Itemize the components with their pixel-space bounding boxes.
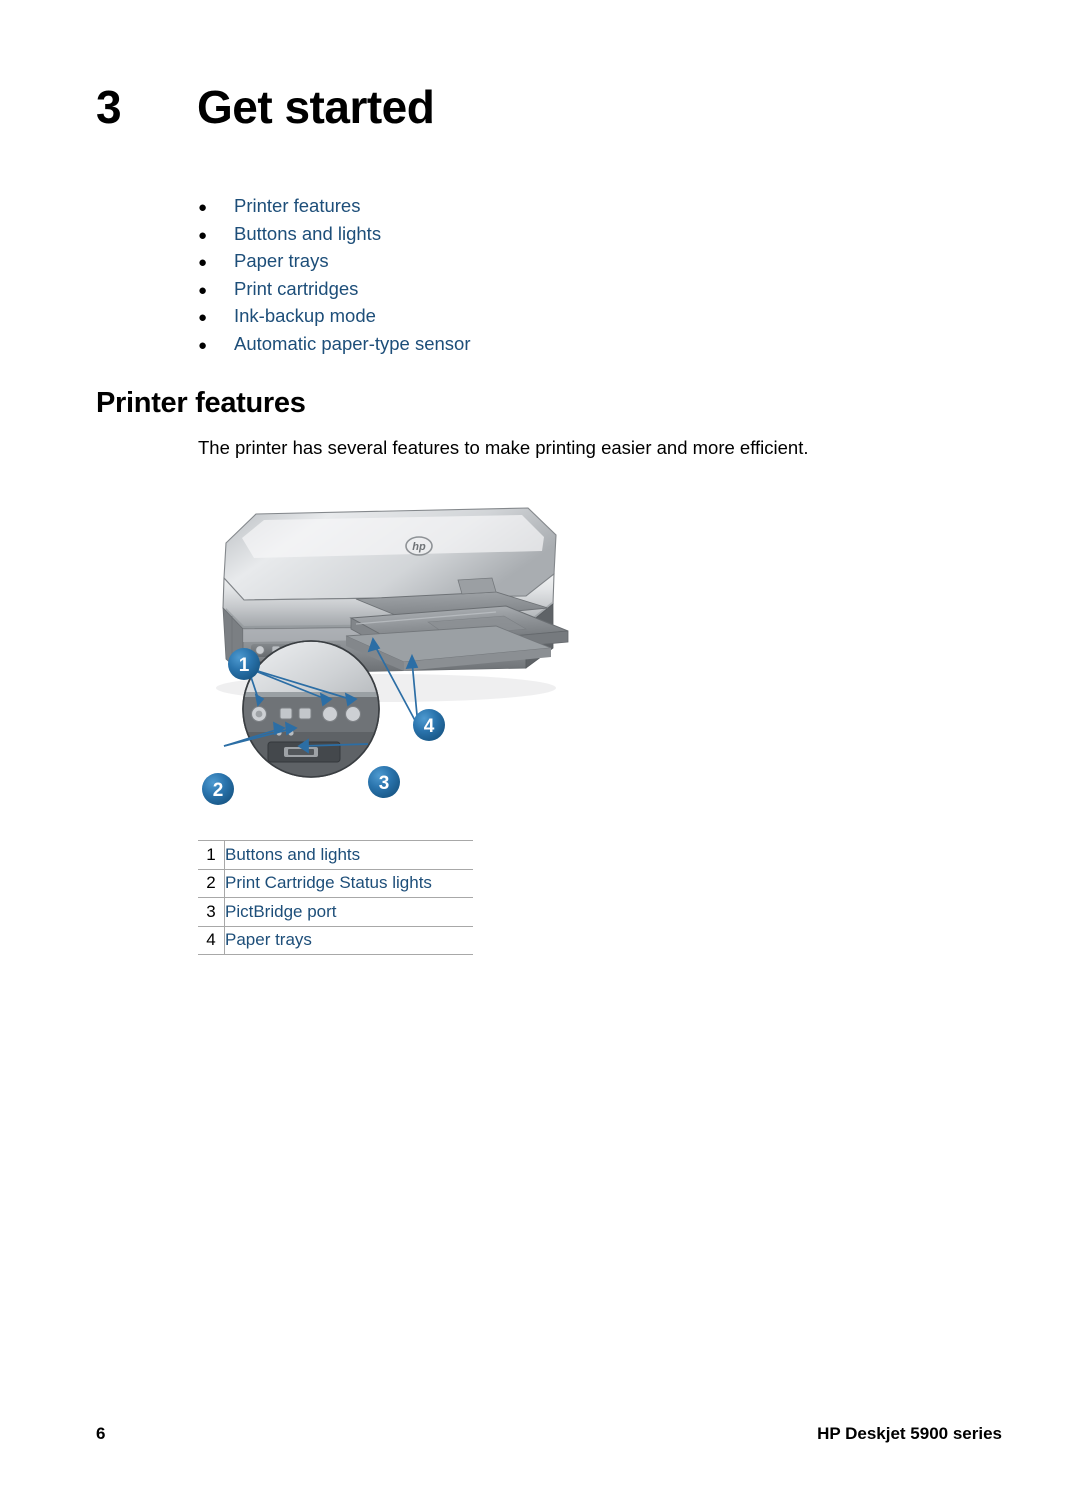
bullet-icon: ● [198,226,208,244]
page-footer: 6 HP Deskjet 5900 series [96,1424,1002,1444]
toc-item-ink-backup-mode[interactable]: ● Ink-backup mode [198,302,838,330]
svg-text:1: 1 [239,655,250,676]
svg-text:hp: hp [412,541,426,553]
legend-number: 4 [198,925,225,955]
bullet-icon: ● [198,199,208,216]
figure-legend-table: 1 Buttons and lights 2 Print Cartridge S… [198,840,473,955]
table-row: 1 Buttons and lights [198,840,473,869]
chapter-title: Get started [197,81,435,133]
legend-number: 2 [198,868,225,898]
legend-number: 1 [198,840,225,869]
legend-label: Print Cartridge Status lights [224,868,473,898]
toc-item-label: Buttons and lights [234,222,382,244]
svg-text:4: 4 [424,716,435,737]
svg-text:3: 3 [379,773,390,794]
chapter-number: 3 [96,81,122,133]
legend-number: 3 [198,897,225,926]
table-row: 2 Print Cartridge Status lights [198,868,473,898]
bullet-icon: ● [198,254,208,272]
svg-text:2: 2 [213,780,224,801]
callout-badge-4: 4 [413,709,445,741]
legend-label: PictBridge port [224,897,473,926]
bullet-icon: ● [198,336,208,354]
toc-item-label: Printer features [234,195,361,216]
toc-item-buttons-and-lights[interactable]: ● Buttons and lights [198,220,838,248]
table-row: 3 PictBridge port [198,897,473,926]
toc-item-automatic-paper-type-sensor[interactable]: ● Automatic paper-type sensor [198,330,838,358]
toc-item-printer-features[interactable]: ● Printer features [198,192,838,220]
printer-illustration: hp 1 2 3 4 [196,496,586,836]
section-heading: Printer features [96,387,306,419]
callout-badge-3: 3 [368,766,400,798]
callout-badge-2: 2 [202,773,234,805]
table-row: 4 Paper trays [198,925,473,955]
toc-item-paper-trays[interactable]: ● Paper trays [198,247,838,275]
chapter-heading: 3 Get started [96,80,916,146]
legend-label: Paper trays [224,925,473,955]
toc-item-print-cartridges[interactable]: ● Print cartridges [198,275,838,303]
toc-item-label: Paper trays [234,250,329,272]
toc-item-label: Automatic paper-type sensor [234,332,471,354]
callout-badge-1: 1 [228,648,260,680]
product-name: HP Deskjet 5900 series [817,1424,1002,1443]
bullet-icon: ● [198,309,208,327]
page-number: 6 [96,1424,106,1443]
bullet-icon: ● [198,281,208,299]
section-intro-paragraph: The printer has several features to make… [198,437,809,458]
toc-item-label: Print cartridges [234,277,359,299]
toc-item-label: Ink-backup mode [234,305,376,327]
legend-label: Buttons and lights [224,840,473,869]
chapter-toc-list: ● Printer features ● Buttons and lights … [198,192,838,358]
